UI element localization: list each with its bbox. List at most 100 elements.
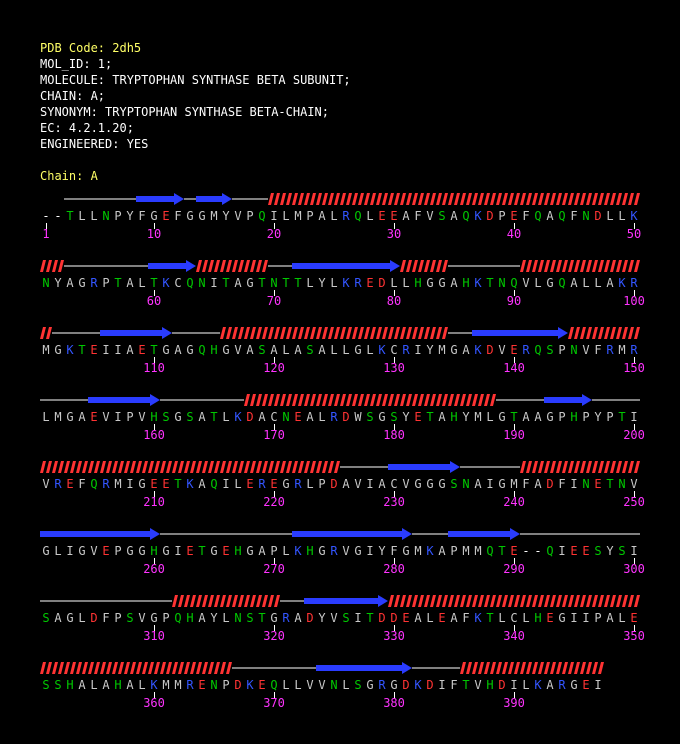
residue: L (594, 276, 602, 290)
residue: G (162, 343, 170, 357)
residue: S (546, 343, 554, 357)
residue: T (486, 276, 494, 290)
residue: - (42, 209, 50, 223)
residue-number: 1 (42, 227, 50, 241)
residue: E (390, 209, 398, 223)
residue: Y (378, 544, 386, 558)
residue: S (258, 343, 266, 357)
residue: P (558, 343, 566, 357)
residue-number: 230 (383, 495, 405, 509)
residue: E (582, 544, 590, 558)
secondary-structure-track (40, 662, 604, 674)
residue: R (330, 544, 338, 558)
residue: P (114, 209, 122, 223)
residue: H (534, 611, 542, 625)
residue-number: 180 (383, 428, 405, 442)
residue: A (198, 477, 206, 491)
residue: L (78, 611, 86, 625)
residue: S (186, 410, 194, 424)
residue: H (234, 544, 242, 558)
residue: P (162, 611, 170, 625)
strand-arrow (148, 260, 196, 272)
residue: M (414, 544, 422, 558)
residue: R (402, 343, 410, 357)
residue: L (330, 343, 338, 357)
chain-info: CHAIN: A; (40, 89, 106, 103)
residue: Y (222, 209, 230, 223)
residue: N (570, 343, 578, 357)
residue: N (198, 276, 206, 290)
residue-number: 80 (386, 294, 402, 308)
residue: G (126, 544, 134, 558)
residue: E (510, 544, 518, 558)
helix-segment (568, 327, 640, 339)
residue: Q (462, 209, 470, 223)
residue: K (294, 544, 302, 558)
residue: G (546, 410, 554, 424)
helix-segment (244, 394, 496, 406)
residue: S (162, 410, 170, 424)
residue: L (390, 276, 398, 290)
residue: R (282, 611, 290, 625)
residue: L (138, 276, 146, 290)
residue: I (570, 611, 578, 625)
residue: E (402, 611, 410, 625)
residue: Y (318, 276, 326, 290)
residue: A (378, 477, 386, 491)
residue: L (498, 611, 506, 625)
residue: P (246, 209, 254, 223)
residue: N (282, 410, 290, 424)
residue-number: 30 (386, 227, 402, 241)
residue: H (150, 544, 158, 558)
residue: A (414, 611, 422, 625)
residue: P (306, 209, 314, 223)
residue: E (570, 544, 578, 558)
residue: G (150, 611, 158, 625)
residue: F (462, 611, 470, 625)
strand-arrow (196, 193, 232, 205)
residue-number: 50 (626, 227, 642, 241)
residue: K (474, 611, 482, 625)
helix-segment (196, 260, 268, 272)
residue: Y (54, 276, 62, 290)
residue: D (90, 611, 98, 625)
residue: E (138, 343, 146, 357)
secondary-structure-track (40, 394, 640, 406)
residue-number: 160 (143, 428, 165, 442)
residue: D (378, 611, 386, 625)
residue: G (366, 678, 374, 692)
residue: T (222, 276, 230, 290)
helix-segment (520, 260, 640, 272)
residue: E (438, 611, 446, 625)
residue: F (78, 477, 86, 491)
residue: L (342, 678, 350, 692)
residue: R (330, 410, 338, 424)
residue: G (414, 477, 422, 491)
sequence-viewer: { "header": { "pdb_code": "PDB Code: 2dh… (0, 0, 680, 744)
residue: Q (534, 343, 542, 357)
residue: V (330, 611, 338, 625)
residue: Y (606, 544, 614, 558)
residue: N (498, 276, 506, 290)
residue: G (78, 544, 86, 558)
ec-number: EC: 4.2.1.20; (40, 121, 134, 135)
strand-arrow (472, 327, 568, 339)
residue: N (42, 276, 50, 290)
residue: V (426, 209, 434, 223)
residue: D (234, 678, 242, 692)
residue: K (474, 276, 482, 290)
helix-segment (40, 662, 232, 674)
helix-segment (40, 461, 340, 473)
residue: A (546, 209, 554, 223)
residue: P (450, 544, 458, 558)
residue: T (462, 678, 470, 692)
residue: G (246, 544, 254, 558)
residue: T (294, 276, 302, 290)
residue: L (318, 410, 326, 424)
residue: E (582, 678, 590, 692)
residue: D (378, 276, 386, 290)
residue: K (162, 276, 170, 290)
residue: P (318, 477, 326, 491)
helix-segment (172, 595, 280, 607)
secondary-structure-track (40, 327, 640, 339)
